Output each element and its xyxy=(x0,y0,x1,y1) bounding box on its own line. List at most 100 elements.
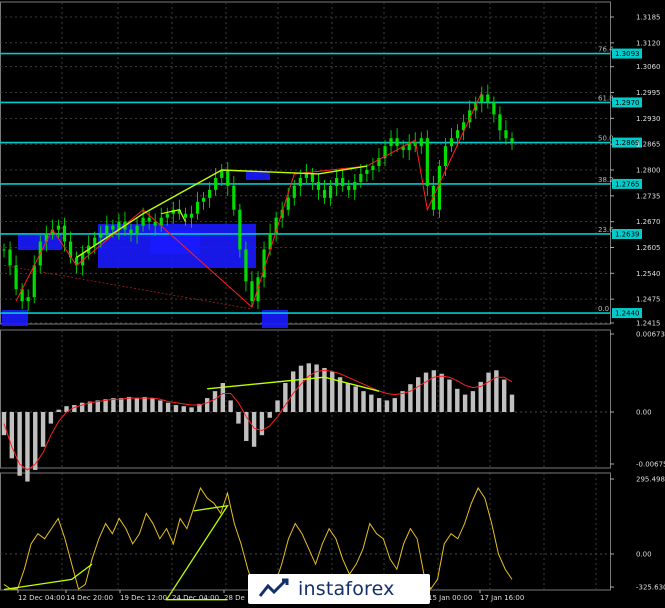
price-candle-body xyxy=(437,166,442,210)
oscillator-bar xyxy=(236,412,241,424)
oscillator-bar xyxy=(189,407,194,412)
oscillator-bar xyxy=(462,394,468,412)
oscillator-bar xyxy=(181,406,186,412)
price-candle-body xyxy=(129,229,133,234)
oscillator-panel: 0.00673 0.00 -0.00675 xyxy=(0,331,665,482)
highlight-box xyxy=(246,172,270,180)
cci-divergence-line xyxy=(165,504,229,601)
cci-divergence-line xyxy=(3,563,93,591)
oscillator-tick-label: -0.00675 xyxy=(636,461,665,469)
price-candle-body xyxy=(359,173,363,182)
price-candle-body xyxy=(353,181,357,190)
oscillator-bar xyxy=(103,399,108,412)
oscillator-bar xyxy=(111,398,116,412)
oscillator-bar xyxy=(119,398,124,412)
oscillator-bar xyxy=(369,394,374,412)
oscillator-bar xyxy=(439,373,444,412)
price-candle-body xyxy=(371,166,375,170)
oscillator-bar xyxy=(259,412,265,436)
oscillator-bar xyxy=(337,377,343,412)
oscillator-bar xyxy=(361,391,366,412)
oscillator-bar xyxy=(228,400,233,412)
price-candle-body xyxy=(443,146,448,167)
oscillator-bar xyxy=(353,386,358,412)
price-candle-body xyxy=(14,265,18,290)
price-candle-body xyxy=(189,213,194,218)
oscillator-bar xyxy=(455,388,460,412)
cci-tick-label: -325.6303 xyxy=(636,584,665,592)
annotations xyxy=(3,92,483,310)
price-candle-body xyxy=(62,225,67,242)
oscillator-bar xyxy=(56,409,61,412)
trend-line-dashed xyxy=(3,264,253,310)
oscillator-bar xyxy=(134,398,140,412)
price-candle-body xyxy=(419,138,423,147)
price-candle-body xyxy=(99,233,103,238)
oscillator-bar xyxy=(322,367,327,412)
price-tick-label: 1.3060 xyxy=(636,63,661,71)
price-candle-body xyxy=(304,173,308,178)
price-candle-body xyxy=(226,170,230,186)
oscillator-bar xyxy=(40,412,46,447)
price-candle-body xyxy=(201,197,206,202)
oscillator-bar xyxy=(486,372,491,412)
price-tick-label: 1.2865 xyxy=(636,141,661,149)
price-tick-label: 1.2475 xyxy=(636,296,661,304)
oscillator-bar xyxy=(275,400,280,412)
divergence-line xyxy=(221,165,367,175)
time-tick-label: 19 Dec 12:00 xyxy=(120,594,167,602)
price-candle-body xyxy=(328,185,333,198)
price-candle-body xyxy=(8,249,12,266)
oscillator-tick-label: 0.00 xyxy=(636,409,652,417)
oscillator-bar xyxy=(212,391,218,412)
price-candle-body xyxy=(510,138,514,143)
cci-tick-label: 295.4989 xyxy=(636,476,665,484)
oscillator-bar xyxy=(142,396,147,412)
price-candle-body xyxy=(244,249,248,282)
price-candle-body xyxy=(322,189,327,198)
price-candle-body xyxy=(292,185,296,198)
oscillator-bar xyxy=(470,391,476,412)
oscillator-bar xyxy=(494,370,499,412)
fib-price-value: 1.2440 xyxy=(615,310,640,318)
oscillator-panel-border xyxy=(0,329,611,469)
price-candle-body xyxy=(111,225,115,230)
chart-canvas: 76.41.309361.81.297050.01.286938.21.2765… xyxy=(0,1,665,602)
price-candle-body xyxy=(425,138,429,186)
oscillator-bar xyxy=(267,412,272,418)
wave-line xyxy=(15,92,483,308)
price-tick-label: 1.2670 xyxy=(636,218,661,226)
price-candle-body xyxy=(365,170,369,174)
oscillator-bar xyxy=(126,396,132,412)
price-tick-label: 1.2735 xyxy=(636,192,661,200)
price-candle-body xyxy=(165,213,169,218)
oscillator-bar xyxy=(416,377,421,412)
price-candle-body xyxy=(486,94,490,103)
fib-price-value: 1.2765 xyxy=(615,180,640,188)
oscillator-bar xyxy=(376,398,382,412)
cci-tick-label: 0.00 xyxy=(636,551,652,559)
price-candle-body xyxy=(455,130,460,139)
oscillator-bar xyxy=(345,383,351,412)
price-candle-body xyxy=(492,102,496,115)
oscillator-tick-label: 0.00673 xyxy=(636,331,665,339)
oscillator-bar xyxy=(205,398,210,412)
fib-price-value: 1.2970 xyxy=(615,99,640,107)
grid-lines xyxy=(0,1,611,591)
price-candle-body xyxy=(250,281,254,302)
price-candle-body xyxy=(147,217,151,222)
oscillator-bar xyxy=(400,391,405,412)
price-tick-label: 1.2540 xyxy=(636,270,661,278)
oscillator-bar xyxy=(173,405,179,412)
price-tick-label: 1.3185 xyxy=(636,14,661,22)
instaforex-logo-icon xyxy=(258,578,289,597)
price-tick-label: 1.2995 xyxy=(636,89,661,97)
price-candle-body xyxy=(498,114,502,131)
price-candle-body xyxy=(214,177,218,190)
oscillator-bar xyxy=(17,412,22,476)
price-candle-body xyxy=(195,201,200,214)
price-tick-label: 1.3120 xyxy=(636,39,661,47)
time-tick-label: 17 Jan 16:00 xyxy=(480,594,524,602)
oscillator-bar xyxy=(25,412,30,482)
oscillator-bar xyxy=(501,379,507,412)
